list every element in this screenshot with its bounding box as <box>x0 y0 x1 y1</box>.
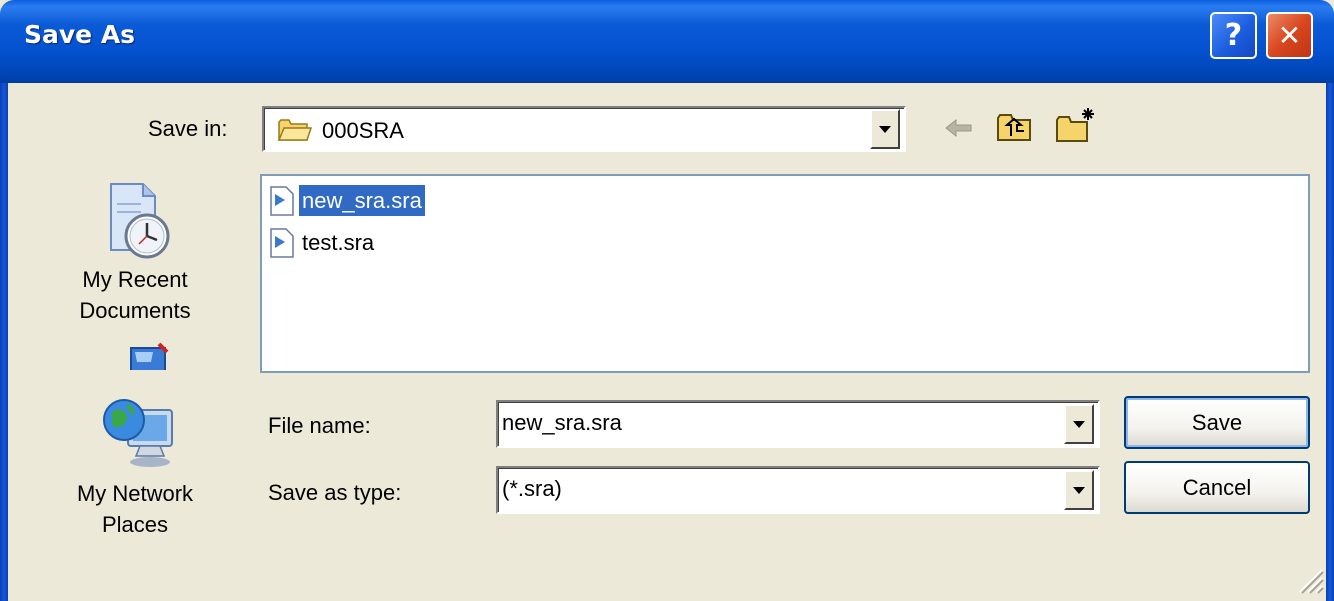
save-as-type-value: (*.sra) <box>502 476 562 501</box>
file-name-value: new_sra.sra <box>502 410 622 435</box>
window-frame-right <box>1326 83 1334 601</box>
save-as-type-combo[interactable]: (*.sra) <box>496 466 1100 514</box>
chevron-down-icon <box>1073 486 1085 494</box>
save-in-combo[interactable]: 000SRA <box>262 106 906 152</box>
desktop-icon <box>60 342 210 375</box>
cancel-button[interactable]: Cancel <box>1124 461 1310 514</box>
resize-grip-icon[interactable] <box>1296 566 1324 594</box>
back-arrow-icon[interactable] <box>944 116 974 145</box>
place-desktop[interactable] <box>60 342 210 375</box>
file-icon <box>269 185 295 216</box>
list-item[interactable]: new_sra.sra <box>269 184 425 217</box>
recent-documents-icon <box>60 180 210 264</box>
up-one-level-icon[interactable] <box>996 110 1034 149</box>
title-bar[interactable]: Save As ? ✕ <box>0 0 1334 83</box>
list-item[interactable]: test.sra <box>269 226 377 259</box>
file-name: new_sra.sra <box>299 185 425 216</box>
file-name: test.sra <box>302 230 375 255</box>
help-button[interactable]: ? <box>1210 12 1257 59</box>
place-label-line: My Recent <box>82 267 188 292</box>
save-in-label: Save in: <box>148 116 228 141</box>
place-label-line: Documents <box>79 298 191 323</box>
help-icon: ? <box>1224 18 1243 53</box>
place-my-recent-documents[interactable]: My Recent Documents <box>60 180 210 326</box>
place-label-line: My Network <box>76 481 194 506</box>
file-name-combo[interactable]: new_sra.sra <box>496 400 1100 448</box>
save-in-dropdown-button[interactable] <box>870 109 900 149</box>
close-icon: ✕ <box>1277 19 1302 52</box>
save-button[interactable]: Save <box>1124 396 1310 449</box>
save-in-value: 000SRA <box>322 118 404 143</box>
file-name-dropdown-button[interactable] <box>1064 404 1094 444</box>
chevron-down-icon <box>879 125 891 133</box>
chevron-down-icon <box>1073 420 1085 428</box>
save-as-type-label: Save as type: <box>268 480 402 505</box>
place-label-line: Places <box>101 512 169 537</box>
close-button[interactable]: ✕ <box>1266 12 1313 59</box>
network-places-icon <box>60 390 210 478</box>
save-as-dialog: Save As ? ✕ Save in: 000SRA My Recent Do… <box>0 0 1334 601</box>
new-folder-icon[interactable] <box>1054 106 1098 149</box>
places-bar: My Recent Documents My Network Places <box>60 170 210 560</box>
place-my-network-places[interactable]: My Network Places <box>60 390 210 540</box>
window-title: Save As <box>24 20 136 49</box>
folder-icon <box>277 118 313 147</box>
save-as-type-dropdown-button[interactable] <box>1064 470 1094 510</box>
window-frame-left <box>0 83 8 601</box>
file-list[interactable]: new_sra.sra test.sra <box>260 174 1310 373</box>
file-name-label: File name: <box>268 413 371 438</box>
file-icon <box>269 227 295 258</box>
